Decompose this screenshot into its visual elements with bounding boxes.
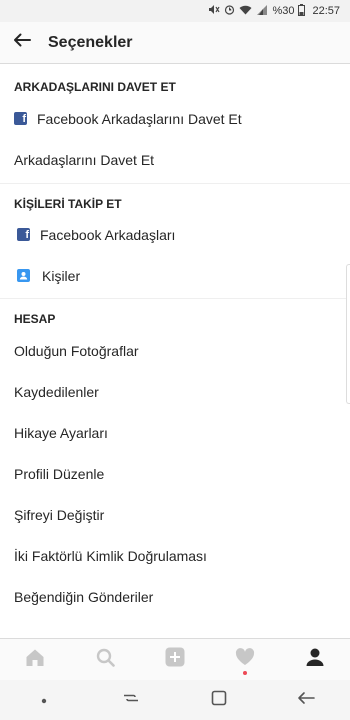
tab-search[interactable] [85, 640, 125, 680]
arrow-left-icon [13, 33, 31, 52]
option-label: Kişiler [42, 267, 81, 284]
status-bar: %30 22:57 [0, 0, 350, 22]
option-change-password[interactable]: Şifreyi Değiştir [0, 494, 350, 535]
back-arrow-icon [297, 691, 316, 710]
option-label: Şifreyi Değiştir [14, 506, 105, 523]
facebook-icon: f [14, 112, 27, 125]
tab-new-post[interactable] [155, 640, 195, 680]
contacts-icon [17, 269, 30, 282]
alarm-icon [224, 4, 235, 18]
option-facebook-friends[interactable]: f Facebook Arkadaşları [0, 214, 350, 255]
profile-icon [305, 647, 325, 672]
home-button[interactable] [199, 680, 239, 720]
battery-percent: %30 [272, 5, 295, 17]
tab-bar [0, 638, 350, 680]
options-list[interactable]: ARKADAŞLARINI DAVET ET f Facebook Arkada… [0, 64, 350, 640]
wifi-icon [239, 5, 252, 18]
tab-activity[interactable] [225, 640, 265, 680]
back-nav-button[interactable] [286, 680, 326, 720]
battery-icon [298, 3, 306, 19]
home-icon [25, 648, 45, 672]
mute-icon [208, 4, 220, 18]
search-icon [96, 648, 115, 672]
home-square-icon [211, 690, 227, 711]
option-label: İki Faktörlü Kimlik Doğrulaması [14, 547, 207, 564]
dot-icon [41, 691, 47, 709]
option-contacts[interactable]: Kişiler [0, 255, 350, 296]
tab-profile[interactable] [295, 640, 335, 680]
option-label: Beğendiğin Gönderiler [14, 588, 154, 605]
page-title: Seçenekler [48, 33, 133, 51]
system-nav-bar [0, 680, 350, 720]
option-label: Profili Düzenle [14, 465, 105, 482]
tab-home[interactable] [15, 640, 55, 680]
option-label: Arkadaşlarını Davet Et [14, 151, 155, 168]
option-invite-friends[interactable]: Arkadaşlarını Davet Et [0, 139, 350, 180]
option-liked-posts[interactable]: Beğendiğin Gönderiler [0, 576, 350, 617]
option-saved[interactable]: Kaydedilenler [0, 371, 350, 412]
option-label: Olduğun Fotoğraflar [14, 342, 139, 359]
option-edit-profile[interactable]: Profili Düzenle [0, 453, 350, 494]
scrollbar[interactable] [346, 264, 350, 404]
option-label: Facebook Arkadaşları [40, 226, 176, 243]
clock: 22:57 [312, 5, 340, 17]
recent-apps-button[interactable] [111, 680, 151, 720]
notification-dot [243, 670, 247, 675]
nav-dot-button[interactable] [24, 680, 64, 720]
section-header-invite-friends: ARKADAŞLARINI DAVET ET [14, 80, 176, 94]
option-invite-facebook-friends[interactable]: f Facebook Arkadaşlarını Davet Et [0, 98, 350, 139]
add-post-icon [165, 647, 185, 672]
section-header-follow-people: KİŞİLERİ TAKİP ET [14, 197, 122, 211]
option-photos-of-you[interactable]: Olduğun Fotoğraflar [0, 330, 350, 371]
app-header: Seçenekler [0, 22, 350, 64]
option-label: Facebook Arkadaşlarını Davet Et [37, 110, 242, 127]
option-two-factor-auth[interactable]: İki Faktörlü Kimlik Doğrulaması [0, 535, 350, 576]
signal-icon [256, 4, 268, 18]
option-story-settings[interactable]: Hikaye Ayarları [0, 412, 350, 453]
activity-heart-icon [235, 648, 255, 671]
option-label: Kaydedilenler [14, 383, 99, 400]
section-header-account: HESAP [14, 312, 56, 326]
recent-apps-icon [122, 691, 140, 710]
facebook-icon: f [17, 228, 30, 241]
option-label: Hikaye Ayarları [14, 424, 108, 441]
back-button[interactable] [0, 22, 44, 64]
